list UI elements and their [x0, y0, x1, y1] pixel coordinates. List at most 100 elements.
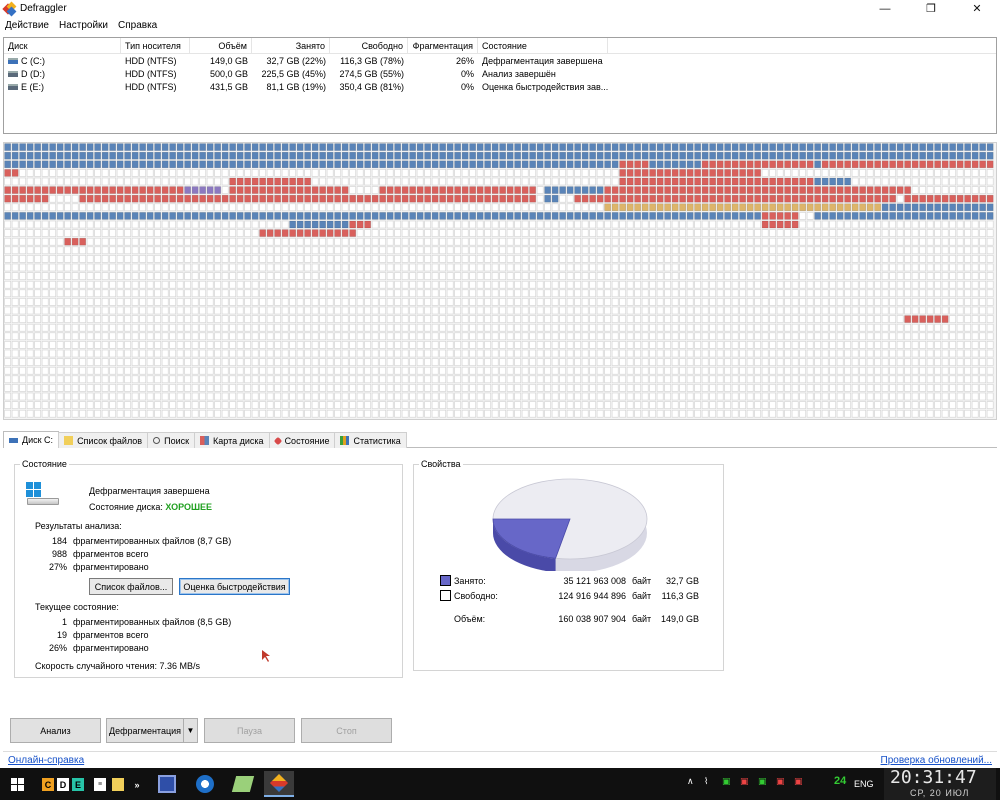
disk-block-empty[interactable]	[536, 194, 544, 203]
disk-block-empty[interactable]	[476, 229, 484, 237]
disk-block-empty[interactable]	[904, 169, 911, 177]
disk-block-empty[interactable]	[394, 272, 402, 280]
disk-block-empty[interactable]	[64, 349, 71, 358]
disk-block-empty[interactable]	[244, 315, 252, 323]
disk-block-empty[interactable]	[536, 203, 544, 212]
disk-block-empty[interactable]	[589, 229, 596, 237]
disk-block-empty[interactable]	[56, 341, 64, 349]
disk-block-blue[interactable]	[439, 143, 447, 151]
disk-block-empty[interactable]	[281, 263, 289, 272]
disk-block-blue[interactable]	[791, 151, 799, 160]
disk-block-empty[interactable]	[979, 349, 986, 358]
disk-block-empty[interactable]	[874, 409, 881, 418]
disk-block-empty[interactable]	[41, 177, 49, 186]
disk-block-blue[interactable]	[221, 160, 229, 169]
disk-block-empty[interactable]	[439, 349, 447, 358]
disk-block-blue[interactable]	[814, 212, 821, 220]
disk-block-red[interactable]	[379, 186, 387, 194]
disk-block-empty[interactable]	[934, 272, 941, 280]
disk-block-empty[interactable]	[521, 384, 529, 392]
start-button-icon[interactable]	[11, 778, 24, 791]
disk-block-empty[interactable]	[724, 349, 731, 358]
disk-block-empty[interactable]	[364, 237, 372, 246]
disk-block-empty[interactable]	[709, 401, 716, 409]
disk-block-empty[interactable]	[499, 366, 507, 375]
disk-block-empty[interactable]	[874, 392, 881, 401]
disk-block-empty[interactable]	[806, 323, 814, 332]
disk-block-empty[interactable]	[439, 401, 447, 409]
disk-block-empty[interactable]	[26, 315, 34, 323]
disk-block-empty[interactable]	[934, 263, 941, 272]
disk-block-empty[interactable]	[641, 375, 649, 384]
disk-block-empty[interactable]	[499, 392, 507, 401]
disk-block-empty[interactable]	[11, 315, 19, 323]
disk-block-empty[interactable]	[146, 255, 154, 263]
disk-block-empty[interactable]	[416, 384, 424, 392]
disk-block-empty[interactable]	[574, 315, 581, 323]
disk-block-blue[interactable]	[296, 143, 304, 151]
disk-block-blue[interactable]	[409, 143, 417, 151]
disk-block-empty[interactable]	[191, 203, 199, 212]
disk-block-gold[interactable]	[641, 203, 649, 212]
disk-block-empty[interactable]	[49, 237, 56, 246]
disk-block-empty[interactable]	[364, 289, 372, 298]
disk-block-red[interactable]	[109, 194, 116, 203]
disk-block-empty[interactable]	[986, 280, 994, 289]
disk-block-empty[interactable]	[589, 272, 596, 280]
disk-block-red[interactable]	[146, 194, 154, 203]
disk-block-empty[interactable]	[296, 401, 304, 409]
disk-block-blue[interactable]	[506, 212, 514, 220]
disk-block-empty[interactable]	[86, 349, 94, 358]
disk-block-empty[interactable]	[229, 366, 237, 375]
disk-block-empty[interactable]	[371, 358, 379, 366]
disk-block-empty[interactable]	[356, 237, 364, 246]
disk-block-empty[interactable]	[229, 263, 237, 272]
disk-block-empty[interactable]	[229, 203, 237, 212]
disk-block-empty[interactable]	[64, 169, 71, 177]
disk-block-empty[interactable]	[401, 255, 409, 263]
disk-block-empty[interactable]	[926, 384, 934, 392]
disk-block-empty[interactable]	[881, 169, 889, 177]
disk-block-blue[interactable]	[214, 143, 222, 151]
disk-block-empty[interactable]	[649, 375, 656, 384]
disk-block-empty[interactable]	[619, 323, 626, 332]
disk-block-empty[interactable]	[319, 246, 327, 255]
disk-block-empty[interactable]	[371, 341, 379, 349]
disk-block-empty[interactable]	[739, 298, 746, 306]
disk-block-empty[interactable]	[619, 229, 626, 237]
disk-block-empty[interactable]	[746, 375, 754, 384]
disk-block-empty[interactable]	[634, 332, 641, 341]
disk-block-empty[interactable]	[611, 358, 619, 366]
disk-block-empty[interactable]	[424, 323, 432, 332]
disk-block-empty[interactable]	[49, 366, 56, 375]
disk-block-empty[interactable]	[116, 255, 124, 263]
disk-block-empty[interactable]	[656, 272, 664, 280]
disk-block-empty[interactable]	[386, 255, 394, 263]
disk-block-empty[interactable]	[949, 306, 956, 315]
disk-block-blue[interactable]	[131, 160, 139, 169]
disk-block-blue[interactable]	[596, 160, 604, 169]
disk-block-empty[interactable]	[244, 366, 252, 375]
disk-block-empty[interactable]	[266, 375, 274, 384]
defraggler-taskbar-icon[interactable]	[264, 771, 294, 797]
disk-block-empty[interactable]	[476, 289, 484, 298]
disk-block-empty[interactable]	[311, 289, 319, 298]
disk-block-blue[interactable]	[964, 212, 971, 220]
disk-block-empty[interactable]	[761, 237, 769, 246]
disk-block-red[interactable]	[281, 194, 289, 203]
disk-block-empty[interactable]	[446, 169, 454, 177]
disk-block-empty[interactable]	[326, 169, 334, 177]
disk-block-empty[interactable]	[266, 246, 274, 255]
disk-block-empty[interactable]	[836, 229, 844, 237]
disk-block-empty[interactable]	[941, 246, 949, 255]
disk-block-empty[interactable]	[461, 177, 469, 186]
disk-block-empty[interactable]	[409, 280, 417, 289]
disk-block-blue[interactable]	[499, 151, 507, 160]
disk-block-empty[interactable]	[649, 401, 656, 409]
disk-block-empty[interactable]	[904, 229, 911, 237]
disk-block-empty[interactable]	[911, 409, 919, 418]
disk-block-empty[interactable]	[881, 409, 889, 418]
disk-block-empty[interactable]	[521, 349, 529, 358]
disk-block-empty[interactable]	[694, 229, 701, 237]
disk-block-empty[interactable]	[814, 366, 821, 375]
